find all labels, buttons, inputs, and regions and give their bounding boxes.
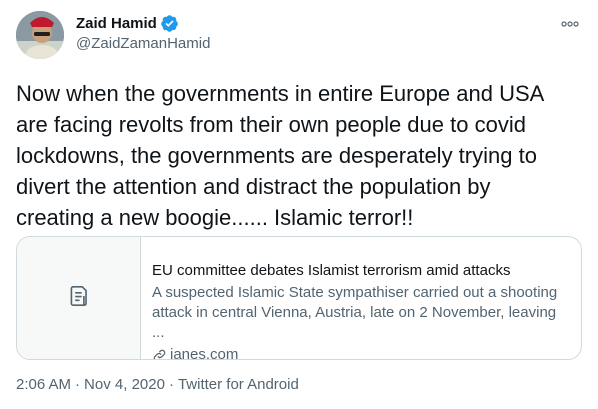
more-options-icon[interactable]: [560, 14, 580, 34]
verified-badge-icon: [160, 14, 179, 33]
card-domain: janes.com: [170, 346, 239, 360]
meta-separator: ·: [168, 376, 174, 393]
card-thumbnail: [17, 237, 141, 359]
article-document-icon: [66, 283, 92, 314]
card-description-line-1: A suspected Islamic State sympathiser ca…: [152, 284, 558, 301]
tweet: Zaid Hamid @ZaidZamanHamid Now when the …: [0, 0, 598, 409]
tweet-date[interactable]: Nov 4, 2020: [84, 376, 165, 393]
author-block: Zaid Hamid @ZaidZamanHamid: [76, 12, 210, 53]
tweet-text: Now when the governments in entire Europ…: [16, 81, 545, 230]
meta-separator: ·: [75, 376, 81, 393]
tweet-time[interactable]: 2:06 AM: [16, 376, 71, 393]
tweet-source[interactable]: Twitter for Android: [178, 376, 299, 393]
display-name-row: Zaid Hamid: [76, 12, 210, 34]
card-description-line-2: attack in central Vienna, Austria, late …: [152, 304, 557, 341]
link-icon: [152, 348, 167, 359]
card-title: EU committee debates Islamist terrorism …: [152, 262, 511, 279]
card-domain-row: janes.com: [152, 345, 569, 360]
card-body: EU committee debates Islamist terrorism …: [141, 237, 581, 359]
link-card[interactable]: EU committee debates Islamist terrorism …: [16, 236, 582, 360]
tweet-meta: 2:06 AM · Nov 4, 2020 · Twitter for Andr…: [16, 376, 299, 393]
handle[interactable]: @ZaidZamanHamid: [76, 35, 210, 52]
avatar[interactable]: [16, 11, 64, 59]
display-name[interactable]: Zaid Hamid: [76, 15, 157, 32]
card-description: A suspected Islamic State sympathiser ca…: [152, 283, 569, 343]
